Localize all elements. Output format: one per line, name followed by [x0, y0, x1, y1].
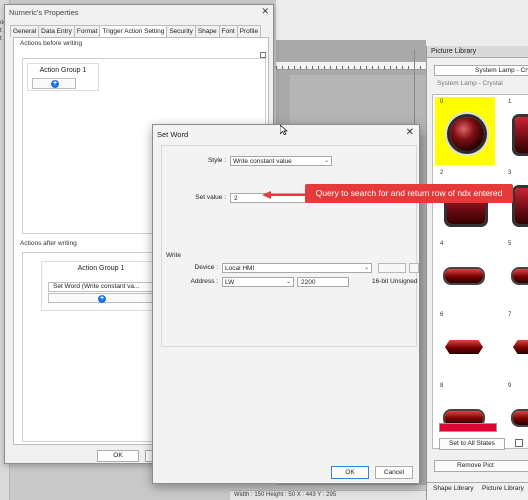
- picture-tile[interactable]: 7: [503, 310, 528, 378]
- style-value: Write constant value: [233, 158, 292, 165]
- close-icon[interactable]: ✕: [406, 127, 414, 138]
- picture-tile[interactable]: 0: [435, 97, 495, 165]
- device-label: Device :: [194, 264, 218, 271]
- cancel-button[interactable]: Cancel: [375, 466, 413, 479]
- device-value: Local HMI: [225, 265, 255, 272]
- close-icon[interactable]: ✕: [261, 6, 269, 17]
- style-select[interactable]: Write constant value ⌄: [230, 156, 332, 166]
- left-panel-label: t: [0, 36, 2, 42]
- address-type-select[interactable]: LW ⌄: [222, 277, 294, 287]
- action-group-title: Action Group 1: [77, 265, 125, 272]
- action-group: Action Group 1 +: [27, 63, 99, 91]
- address-label: Address :: [190, 278, 218, 285]
- callout-arrow-icon: [262, 191, 308, 199]
- tile-number: 0: [440, 99, 444, 105]
- device-select[interactable]: Local HMI ⌄: [222, 263, 372, 273]
- annotation-callout: Query to search for and return row of nd…: [305, 184, 513, 203]
- canvas-ruler: [276, 62, 426, 70]
- add-action-area[interactable]: +: [48, 293, 154, 303]
- settings-area: Style : Write constant value ⌄ Set value…: [161, 145, 419, 347]
- remove-picture-button[interactable]: Remove Pict: [434, 460, 528, 472]
- picture-tile[interactable]: 1: [503, 97, 528, 165]
- set-word-dialog: Set Word ✕ Style : Write constant value …: [152, 124, 420, 484]
- lamp-image: [445, 340, 483, 354]
- set-word-action-item[interactable]: Set Word (Write constant va...: [48, 282, 154, 292]
- lamp-image: [513, 269, 528, 283]
- tab-data-entry[interactable]: Data Entry: [38, 25, 75, 37]
- ok-button[interactable]: OK: [331, 466, 369, 479]
- tab-picture-library[interactable]: Picture Library: [482, 485, 524, 492]
- left-panel-label: t: [0, 28, 2, 34]
- tab-security[interactable]: Security: [166, 25, 196, 37]
- picture-tile[interactable]: 4: [435, 239, 495, 307]
- after-writing-label: Actions after writing: [20, 240, 77, 247]
- add-action-area[interactable]: +: [32, 78, 76, 89]
- library-select[interactable]: System Lamp - Crysta: [434, 65, 528, 76]
- dialog-title: Set Word: [157, 130, 189, 139]
- tile-number: 5: [508, 241, 512, 247]
- tile-number: 1: [508, 99, 512, 105]
- lamp-image: [513, 411, 528, 425]
- style-label: Style :: [207, 157, 226, 164]
- tile-number: 4: [440, 241, 444, 247]
- library-subtitle: System Lamp - Crystal: [437, 80, 503, 87]
- tile-number: 8: [440, 383, 444, 389]
- tile-number: 2: [440, 170, 444, 176]
- add-action-icon[interactable]: +: [98, 295, 106, 303]
- action-group-title: Action Group 1: [39, 67, 87, 74]
- device-settings-button[interactable]: [378, 263, 406, 273]
- color-swatch[interactable]: [439, 423, 497, 432]
- tile-number: 3: [508, 170, 512, 176]
- add-action-icon[interactable]: +: [51, 80, 59, 88]
- address-input[interactable]: 2200: [297, 277, 349, 287]
- option-checkbox[interactable]: [515, 439, 523, 447]
- window-title: Numeric's Properties: [9, 8, 79, 17]
- before-writing-label: Actions before writing: [20, 40, 83, 47]
- picture-tile[interactable]: 5: [503, 239, 528, 307]
- lamp-image: [445, 269, 483, 283]
- write-group: Write Device : Local HMI ⌄ Address : LW …: [166, 252, 419, 294]
- tab-format[interactable]: Format: [73, 25, 101, 37]
- lamp-image: [515, 117, 528, 153]
- chevron-down-icon: ⌄: [323, 158, 329, 164]
- status-bar: Width : 150 Height : 50 X : 443 Y : 295: [230, 490, 430, 500]
- properties-tabs: General Data Entry Format Trigger Action Se…: [10, 25, 262, 38]
- lamp-image: [513, 340, 528, 354]
- set-all-states-button[interactable]: Set to All States: [439, 438, 505, 450]
- lamp-image: [515, 188, 528, 224]
- action-group: Action Group 1 Set Word (Write constant …: [41, 261, 161, 311]
- set-value-label: Set value :: [195, 194, 226, 201]
- tab-profile[interactable]: Profile: [236, 25, 262, 37]
- picture-tile[interactable]: 6: [435, 310, 495, 378]
- tab-general[interactable]: General: [10, 25, 40, 37]
- tab-font[interactable]: Font: [218, 25, 238, 37]
- address-type-value: LW: [225, 279, 235, 286]
- ok-button[interactable]: OK: [97, 450, 139, 462]
- tile-number: 9: [508, 383, 512, 389]
- data-format-label: 16-bit Unsigned: [372, 278, 418, 285]
- lamp-image: [450, 117, 484, 151]
- tab-shape-library[interactable]: Shape Library: [433, 485, 473, 492]
- mouse-cursor-icon: [280, 125, 288, 135]
- tile-number: 7: [508, 312, 512, 318]
- refresh-icon[interactable]: [409, 263, 419, 273]
- library-tabs: Shape Library Picture Library: [427, 482, 528, 494]
- picture-library-title: Picture Library: [427, 46, 528, 58]
- tab-shape[interactable]: Shape: [194, 25, 220, 37]
- picture-library-panel: Picture Library System Lamp - Crysta Sys…: [426, 46, 528, 500]
- chevron-down-icon: ⌄: [285, 279, 291, 285]
- chevron-down-icon: ⌄: [363, 265, 369, 271]
- write-label: Write: [166, 252, 182, 259]
- tile-number: 6: [440, 312, 444, 318]
- picture-grid[interactable]: 0 1 2 3 4 5 6 7 8 9: [432, 94, 528, 449]
